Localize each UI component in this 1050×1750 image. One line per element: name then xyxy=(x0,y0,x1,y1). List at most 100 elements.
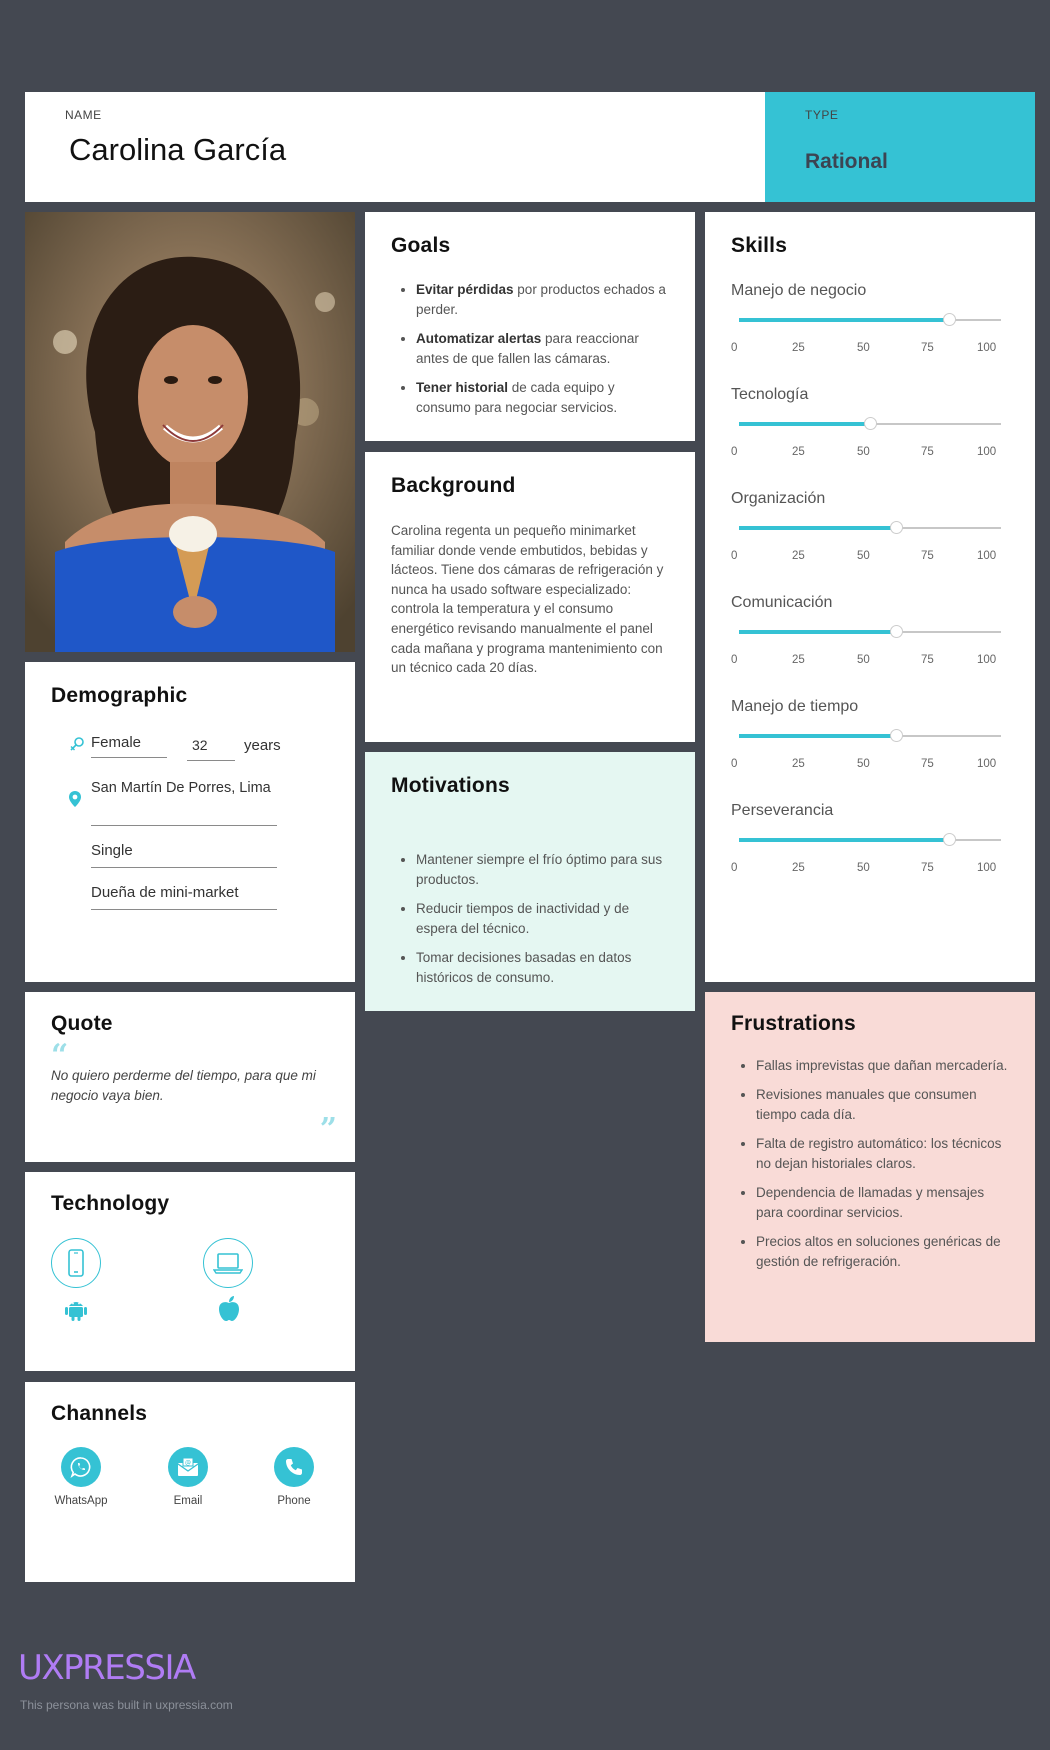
skill-label: Organización xyxy=(731,490,826,507)
tick-label: 0 xyxy=(731,550,738,562)
slider-track[interactable] xyxy=(739,625,1001,638)
slider-ticks: 0 25 50 75 100 xyxy=(731,862,1011,876)
tick-label: 0 xyxy=(731,342,738,354)
tick-label: 25 xyxy=(792,550,805,562)
skill-slider: Manejo de negocio 0 25 50 75 100 xyxy=(731,282,1011,386)
skills-card: Skills Manejo de negocio 0 25 50 75 100 Tecnol… xyxy=(705,212,1035,982)
slider-fill xyxy=(739,630,897,634)
built-with-text: This persona was built in uxpressia.com xyxy=(20,1698,233,1712)
age-unit: years xyxy=(244,737,281,754)
list-item: Evitar pérdidas por productos echados a … xyxy=(416,280,669,320)
gender-field[interactable]: Female xyxy=(91,734,167,758)
list-item: Reducir tiempos de inactividad y de espe… xyxy=(416,899,669,939)
age-field[interactable]: 32 xyxy=(187,737,235,761)
tick-label: 25 xyxy=(792,862,805,874)
slider-track[interactable] xyxy=(739,417,1001,430)
channel-label: Phone xyxy=(277,1495,311,1507)
tick-label: 0 xyxy=(731,758,738,770)
name-panel: NAME Carolina García xyxy=(25,92,765,202)
channel-phone: Phone xyxy=(254,1447,334,1507)
motivations-card: Motivations Mantener siempre el frío ópt… xyxy=(365,752,695,1011)
laptop-icon xyxy=(203,1238,253,1288)
channel-email: @ Email xyxy=(148,1447,228,1507)
slider-thumb[interactable] xyxy=(942,313,956,326)
quote-title: Quote xyxy=(51,1012,113,1035)
list-item: Automatizar alertas para reaccionar ante… xyxy=(416,329,669,369)
frustrations-card: Frustrations Fallas imprevistas que daña… xyxy=(705,992,1035,1342)
list-item: Falta de registro automático: los técnic… xyxy=(756,1134,1009,1174)
slider-ticks: 0 25 50 75 100 xyxy=(731,758,1011,772)
slider-fill xyxy=(739,838,949,842)
skill-label: Comunicación xyxy=(731,594,833,611)
slider-thumb[interactable] xyxy=(942,833,956,846)
tick-label: 75 xyxy=(921,550,934,562)
slider-fill xyxy=(739,318,949,322)
skills-title: Skills xyxy=(731,234,788,257)
channels-title: Channels xyxy=(51,1402,148,1425)
list-item: Mantener siempre el frío óptimo para sus… xyxy=(416,850,669,890)
occupation-field[interactable]: Dueña de mini-market xyxy=(91,884,277,910)
skill-label: Perseverancia xyxy=(731,802,834,819)
frustrations-list: Fallas imprevistas que dañan mercadería.… xyxy=(731,1056,1009,1272)
tick-label: 0 xyxy=(731,654,738,666)
motivations-list: Mantener siempre el frío óptimo para sus… xyxy=(391,850,669,988)
slider-thumb[interactable] xyxy=(890,729,904,742)
tick-label: 50 xyxy=(857,550,870,562)
demographic-card: Demographic Female 32 years San Martín D… xyxy=(25,662,355,982)
slider-thumb[interactable] xyxy=(864,417,877,430)
tick-label: 100 xyxy=(977,550,997,562)
email-icon: @ xyxy=(168,1447,208,1487)
tick-label: 50 xyxy=(857,654,870,666)
tick-label: 100 xyxy=(977,342,997,354)
tick-label: 0 xyxy=(731,446,738,458)
skill-slider: Perseverancia 0 25 50 75 100 xyxy=(731,802,1011,906)
technology-card: Technology xyxy=(25,1172,355,1371)
skill-label: Manejo de tiempo xyxy=(731,698,859,715)
slider-ticks: 0 25 50 75 100 xyxy=(731,446,1011,460)
smartphone-icon xyxy=(51,1238,101,1288)
slider-thumb[interactable] xyxy=(890,625,904,638)
frustrations-title: Frustrations xyxy=(731,1012,856,1035)
list-item: Revisiones manuales que consumen tiempo … xyxy=(756,1085,1009,1125)
name-label: NAME xyxy=(65,108,102,122)
tick-label: 50 xyxy=(857,342,870,354)
apple-icon xyxy=(216,1294,242,1327)
tick-label: 50 xyxy=(857,446,870,458)
slider-ticks: 0 25 50 75 100 xyxy=(731,654,1011,668)
gender-icon xyxy=(69,736,85,757)
goal-bold: Tener historial xyxy=(416,380,509,395)
tick-label: 100 xyxy=(977,862,997,874)
goal-bold: Automatizar alertas xyxy=(416,331,542,346)
tick-label: 75 xyxy=(921,446,934,458)
channels-card: Channels WhatsApp @ Email Phone xyxy=(25,1382,355,1582)
quote-text: No quiero perderme del tiempo, para que … xyxy=(51,1068,316,1103)
slider-track[interactable] xyxy=(739,729,1001,742)
tick-label: 0 xyxy=(731,862,738,874)
location-pin-icon xyxy=(68,790,82,813)
open-quote-icon: “ xyxy=(51,1038,69,1073)
uxpressia-logo[interactable]: UXPRESSIA xyxy=(18,1648,196,1688)
list-item: Dependencia de llamadas y mensajes para … xyxy=(756,1183,1009,1223)
type-label: TYPE xyxy=(805,108,839,122)
location-field[interactable]: San Martín De Porres, Lima xyxy=(91,776,277,826)
slider-track[interactable] xyxy=(739,833,1001,846)
channel-label: Email xyxy=(173,1495,203,1507)
slider-thumb[interactable] xyxy=(890,521,904,534)
goals-title: Goals xyxy=(391,234,451,257)
tick-label: 100 xyxy=(977,654,997,666)
skill-slider: Comunicación 0 25 50 75 100 xyxy=(731,594,1011,698)
slider-fill xyxy=(739,422,870,426)
slider-track[interactable] xyxy=(739,313,1001,326)
goals-list: Evitar pérdidas por productos echados a … xyxy=(391,280,669,418)
goals-card: Goals Evitar pérdidas por productos echa… xyxy=(365,212,695,441)
list-item: Tener historial de cada equipo y consumo… xyxy=(416,378,669,418)
type-panel: TYPE Rational xyxy=(765,92,1035,202)
svg-text:@: @ xyxy=(185,1460,191,1467)
close-quote-icon: ” xyxy=(319,1112,337,1147)
list-item: Precios altos en soluciones genéricas de… xyxy=(756,1232,1009,1272)
slider-fill xyxy=(739,734,897,738)
background-title: Background xyxy=(391,474,516,497)
slider-track[interactable] xyxy=(739,521,1001,534)
tick-label: 100 xyxy=(977,446,997,458)
status-field[interactable]: Single xyxy=(91,842,277,868)
